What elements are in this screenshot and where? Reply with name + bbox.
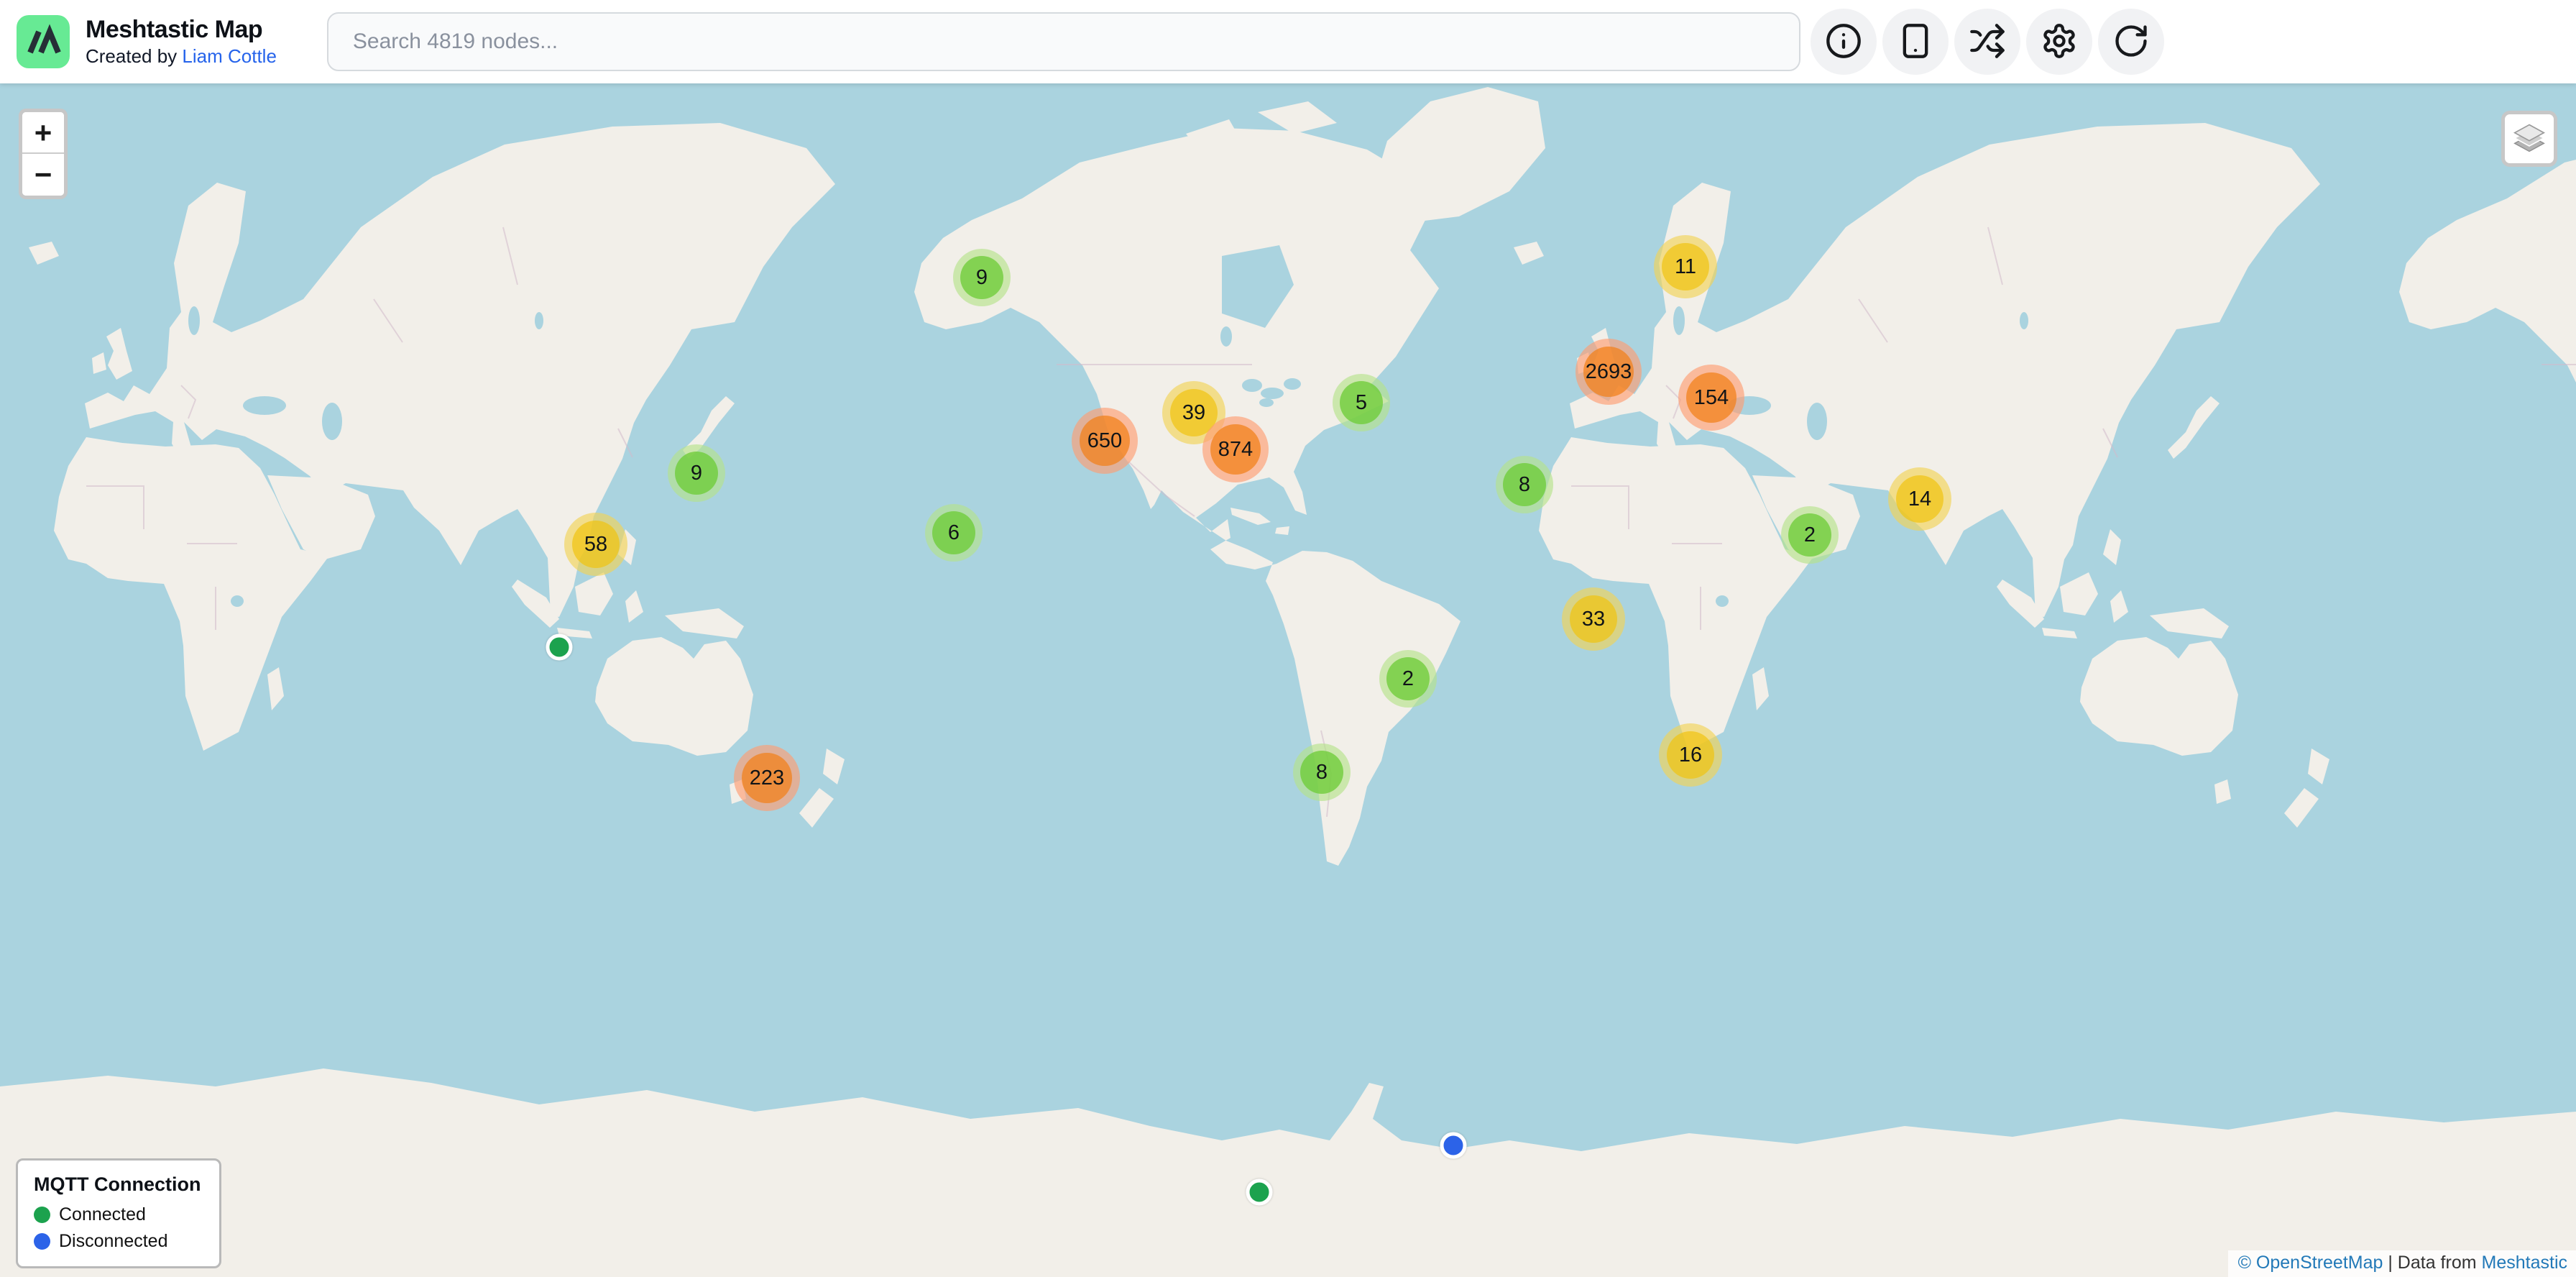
- search-input[interactable]: [327, 12, 1800, 71]
- map-zoom-control: + −: [19, 109, 68, 199]
- meshtastic-logo-icon: [17, 15, 70, 68]
- legend-item: Disconnected: [34, 1231, 201, 1252]
- cluster-count: 8: [1300, 751, 1343, 794]
- cluster-marker[interactable]: 8: [1496, 456, 1553, 513]
- cluster-count: 8: [1503, 463, 1546, 506]
- cluster-count: 2: [1788, 513, 1831, 557]
- zoom-out-button[interactable]: −: [22, 154, 64, 196]
- cluster-count: 58: [572, 521, 620, 568]
- cluster-marker[interactable]: 650: [1072, 408, 1138, 474]
- refresh-icon: [2112, 22, 2150, 62]
- cluster-marker[interactable]: 9: [668, 444, 725, 502]
- byline-text: Created by: [86, 45, 177, 67]
- cluster-marker[interactable]: 5: [1333, 374, 1390, 431]
- liam-cottle-link[interactable]: Liam Cottle: [182, 45, 277, 67]
- shuffle-button[interactable]: [1954, 9, 2020, 75]
- smartphone-button[interactable]: [1882, 9, 1949, 75]
- cluster-count: 650: [1080, 416, 1130, 466]
- mqtt-legend: MQTT Connection Connected Disconnected: [16, 1158, 221, 1268]
- settings-button[interactable]: [2026, 9, 2092, 75]
- legend-items: Connected Disconnected: [34, 1204, 201, 1252]
- legend-dot-icon: [34, 1233, 50, 1250]
- cluster-count: 33: [1570, 595, 1617, 643]
- cluster-count: 874: [1210, 424, 1261, 475]
- info-icon: [1825, 22, 1862, 62]
- meshtastic-link[interactable]: Meshtastic: [2482, 1253, 2567, 1273]
- cluster-marker[interactable]: 2693: [1576, 339, 1642, 405]
- cluster-marker[interactable]: 154: [1678, 365, 1744, 431]
- cluster-marker[interactable]: 223: [734, 745, 800, 811]
- map-viewport[interactable]: + − MQTT Connection Connected Disconnecte…: [0, 83, 2576, 1277]
- layers-control[interactable]: [2501, 111, 2557, 167]
- openstreetmap-link[interactable]: © OpenStreetMap: [2238, 1253, 2383, 1273]
- cluster-marker[interactable]: 6: [925, 504, 983, 562]
- cluster-marker[interactable]: 33: [1562, 587, 1625, 651]
- cluster-marker[interactable]: 874: [1202, 416, 1269, 482]
- cluster-count: 9: [675, 452, 718, 495]
- info-button[interactable]: [1811, 9, 1877, 75]
- cluster-marker[interactable]: 2: [1379, 650, 1437, 708]
- node-marker-disconnected[interactable]: [1440, 1132, 1467, 1159]
- cluster-marker[interactable]: 8: [1293, 743, 1351, 801]
- app-header: Meshtastic Map Created by Liam Cottle: [0, 0, 2576, 83]
- zoom-in-button[interactable]: +: [22, 112, 64, 154]
- cluster-count: 5: [1340, 381, 1383, 424]
- attribution-separator: | Data from: [2383, 1253, 2481, 1273]
- page-title: Meshtastic Map: [86, 16, 277, 44]
- node-marker-connected[interactable]: [1246, 1179, 1273, 1206]
- smartphone-icon: [1897, 22, 1934, 62]
- legend-label: Disconnected: [59, 1231, 167, 1252]
- layers-icon: [2512, 121, 2547, 157]
- byline: Created by Liam Cottle: [86, 46, 277, 68]
- app-titles: Meshtastic Map Created by Liam Cottle: [86, 16, 277, 68]
- cluster-count: 2693: [1583, 347, 1634, 397]
- world-map: [0, 83, 2576, 1277]
- cluster-count: 11: [1662, 243, 1709, 290]
- cluster-marker[interactable]: 14: [1888, 467, 1951, 531]
- cluster-count: 14: [1896, 475, 1944, 523]
- cluster-count: 2: [1386, 657, 1430, 700]
- map-attribution: © OpenStreetMap | Data from Meshtastic: [2228, 1250, 2576, 1277]
- cluster-count: 223: [742, 753, 792, 803]
- header-buttons: [1811, 9, 2164, 75]
- settings-icon: [2041, 22, 2078, 62]
- cluster-count: 6: [932, 511, 975, 554]
- meshtastic-map-app: Meshtastic Map Created by Liam Cottle: [0, 0, 2576, 1277]
- shuffle-icon: [1969, 22, 2006, 62]
- cluster-count: 154: [1686, 372, 1736, 423]
- cluster-marker[interactable]: 9: [953, 249, 1011, 306]
- cluster-marker[interactable]: 58: [564, 513, 627, 576]
- refresh-button[interactable]: [2098, 9, 2164, 75]
- legend-label: Connected: [59, 1204, 146, 1225]
- cluster-count: 9: [960, 256, 1003, 299]
- legend-item: Connected: [34, 1204, 201, 1225]
- cluster-marker[interactable]: 2: [1781, 506, 1839, 564]
- node-marker-connected[interactable]: [546, 634, 573, 661]
- legend-dot-icon: [34, 1207, 50, 1223]
- cluster-marker[interactable]: 11: [1654, 235, 1717, 298]
- cluster-marker[interactable]: 16: [1659, 723, 1722, 787]
- cluster-count: 16: [1667, 731, 1714, 779]
- legend-title: MQTT Connection: [34, 1173, 201, 1196]
